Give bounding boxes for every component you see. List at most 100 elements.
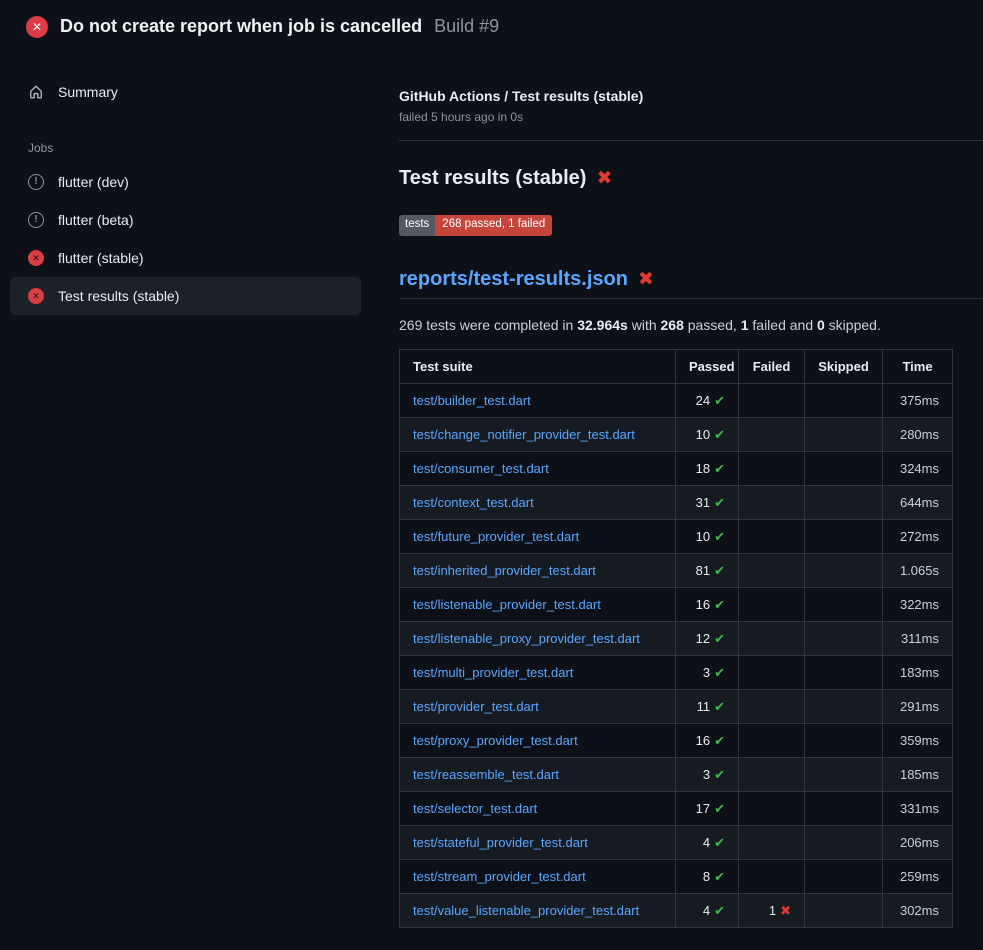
cross-icon: ✖ (780, 903, 791, 918)
page-layout: Summary Jobs ! flutter (dev) !flutter (bet… (0, 51, 983, 928)
passed-cell: 12✔ (676, 621, 739, 655)
time-cell: 644ms (883, 485, 953, 519)
time-cell: 331ms (883, 791, 953, 825)
check-icon: ✔ (714, 393, 725, 408)
passed-count: 11 (697, 699, 711, 714)
test-suite-link[interactable]: test/provider_test.dart (413, 699, 539, 714)
passed-count: 3 (703, 665, 710, 680)
table-row: test/inherited_provider_test.dart81✔1.06… (400, 553, 953, 587)
table-row: test/consumer_test.dart18✔324ms (400, 451, 953, 485)
passed-count: 81 (696, 563, 710, 578)
test-suite-link[interactable]: test/change_notifier_provider_test.dart (413, 427, 635, 442)
test-suite-link[interactable]: test/inherited_provider_test.dart (413, 563, 596, 578)
time-cell: 359ms (883, 723, 953, 757)
passed-count: 16 (696, 597, 710, 612)
failed-cross-icon: ✖ (596, 169, 612, 188)
table-row: test/listenable_proxy_provider_test.dart… (400, 621, 953, 655)
check-icon: ✔ (714, 801, 725, 816)
summary-passed-count: 268 (661, 317, 684, 333)
test-suite-link[interactable]: test/listenable_provider_test.dart (413, 597, 601, 612)
test-suite-link[interactable]: test/context_test.dart (413, 495, 534, 510)
suite-cell: test/multi_provider_test.dart (400, 655, 676, 689)
table-row: test/listenable_provider_test.dart16✔322… (400, 587, 953, 621)
test-suite-link[interactable]: test/listenable_proxy_provider_test.dart (413, 631, 640, 646)
report-link[interactable]: reports/test-results.json (399, 268, 628, 291)
suite-cell: test/consumer_test.dart (400, 451, 676, 485)
test-suite-link[interactable]: test/stateful_provider_test.dart (413, 835, 588, 850)
check-icon: ✔ (714, 427, 725, 442)
jobs-section-label: Jobs (28, 141, 371, 155)
skipped-cell (805, 825, 883, 859)
test-suite-link[interactable]: test/multi_provider_test.dart (413, 665, 573, 680)
suite-cell: test/proxy_provider_test.dart (400, 723, 676, 757)
failed-cell (739, 519, 805, 553)
passed-count: 8 (703, 869, 710, 884)
skipped-cell (805, 791, 883, 825)
job-label: Test results (stable) (58, 288, 179, 304)
time-cell: 183ms (883, 655, 953, 689)
failed-cell (739, 791, 805, 825)
failed-count: 1 (769, 903, 776, 918)
sidebar-summary-label: Summary (58, 84, 118, 100)
passed-cell: 3✔ (676, 655, 739, 689)
summary-part: failed and (749, 317, 818, 333)
failed-cell (739, 383, 805, 417)
failed-cell: 1✖ (739, 893, 805, 927)
failed-cell (739, 655, 805, 689)
test-suite-link[interactable]: test/stream_provider_test.dart (413, 869, 586, 884)
run-status-line: failed 5 hours ago in 0s (399, 110, 983, 124)
sidebar-item-job[interactable]: ✕Test results (stable) (10, 277, 361, 315)
table-row: test/stream_provider_test.dart8✔259ms (400, 859, 953, 893)
test-suite-link[interactable]: test/consumer_test.dart (413, 461, 549, 476)
passed-cell: 24✔ (676, 383, 739, 417)
passed-cell: 10✔ (676, 417, 739, 451)
time-cell: 1.065s (883, 553, 953, 587)
failed-cell (739, 689, 805, 723)
sidebar-item-job[interactable]: ! flutter (dev) (10, 163, 361, 201)
suite-cell: test/future_provider_test.dart (400, 519, 676, 553)
tests-badge: tests 268 passed, 1 failed (399, 215, 552, 236)
failed-cell (739, 621, 805, 655)
check-icon: ✔ (714, 733, 725, 748)
test-suite-link[interactable]: test/builder_test.dart (413, 393, 531, 408)
passed-cell: 17✔ (676, 791, 739, 825)
alert-circle-icon: ! (28, 174, 44, 190)
skipped-cell (805, 723, 883, 757)
table-row: test/proxy_provider_test.dart16✔359ms (400, 723, 953, 757)
failed-cell (739, 587, 805, 621)
test-suite-link[interactable]: test/proxy_provider_test.dart (413, 733, 578, 748)
test-suite-link[interactable]: test/reassemble_test.dart (413, 767, 559, 782)
passed-count: 3 (703, 767, 710, 782)
results-table: Test suitePassedFailedSkippedTime test/b… (399, 349, 953, 928)
passed-count: 12 (696, 631, 710, 646)
suite-cell: test/listenable_proxy_provider_test.dart (400, 621, 676, 655)
time-cell: 185ms (883, 757, 953, 791)
sidebar-item-summary[interactable]: Summary (10, 73, 361, 111)
table-row: test/future_provider_test.dart10✔272ms (400, 519, 953, 553)
test-suite-link[interactable]: test/selector_test.dart (413, 801, 537, 816)
sidebar-item-job[interactable]: ✕ flutter (stable) (10, 239, 361, 277)
suite-cell: test/builder_test.dart (400, 383, 676, 417)
failed-cell (739, 553, 805, 587)
x-circle-icon: ✕ (26, 16, 48, 38)
sidebar-item-job[interactable]: !flutter (beta) (10, 201, 361, 239)
skipped-cell (805, 519, 883, 553)
summary-duration: 32.964s (577, 317, 628, 333)
passed-count: 10 (696, 529, 710, 544)
suite-cell: test/stream_provider_test.dart (400, 859, 676, 893)
time-cell: 259ms (883, 859, 953, 893)
job-label: flutter (stable) (58, 250, 144, 266)
test-suite-link[interactable]: test/future_provider_test.dart (413, 529, 579, 544)
passed-cell: 4✔ (676, 825, 739, 859)
check-icon: ✔ (714, 699, 725, 714)
job-label: flutter (dev) (58, 174, 129, 190)
section-title: Test results (stable) ✖ (399, 167, 983, 190)
divider (399, 140, 983, 141)
column-header: Time (883, 349, 953, 383)
breadcrumb: GitHub Actions / Test results (stable) (399, 88, 983, 104)
x-circle-icon: ✕ (28, 250, 44, 266)
test-suite-link[interactable]: test/value_listenable_provider_test.dart (413, 903, 639, 918)
table-row: test/builder_test.dart24✔375ms (400, 383, 953, 417)
summary-failed-count: 1 (741, 317, 749, 333)
failed-cell (739, 417, 805, 451)
